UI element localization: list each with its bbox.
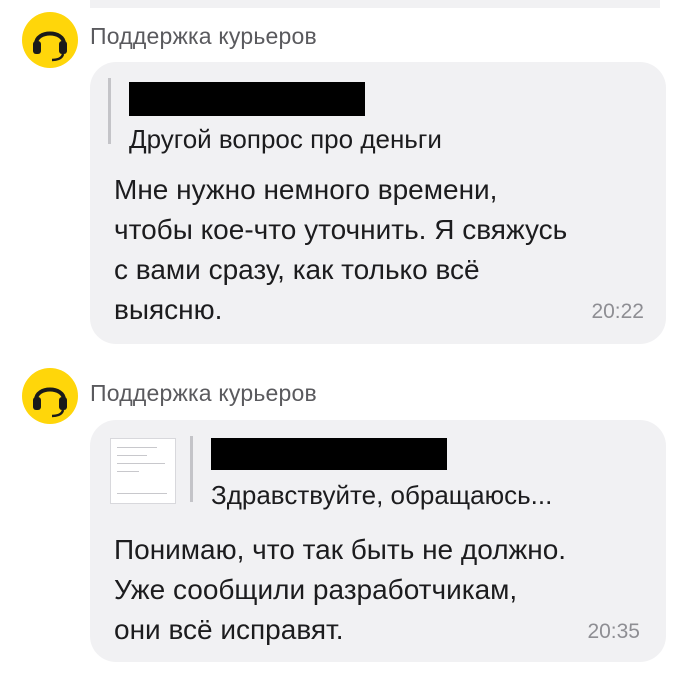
- headset-icon: [33, 31, 67, 62]
- quote-text: Другой вопрос про деньги: [129, 124, 442, 154]
- thumbnail-line: [117, 493, 167, 494]
- support-avatar[interactable]: [22, 12, 78, 68]
- quote-text: Здравствуйте, обращаюсь...: [211, 480, 553, 510]
- headset-icon: [33, 387, 67, 418]
- thumbnail-line: [117, 455, 147, 456]
- sender-name: Поддержка курьеров: [90, 380, 317, 406]
- thumbnail-line: [117, 463, 165, 464]
- redacted-name: [211, 438, 447, 470]
- text-line: с вами сразу, как только всё: [114, 254, 480, 285]
- text-line: Уже сообщили разработчикам,: [114, 574, 518, 605]
- thumbnail-line: [117, 447, 157, 448]
- redacted-name: [129, 82, 365, 116]
- message-text: Мне нужно немного времени, чтобы кое-что…: [114, 170, 567, 330]
- text-line: Мне нужно немного времени,: [114, 174, 498, 205]
- screenshot-thumbnail[interactable]: [110, 438, 176, 504]
- text-line: выясню.: [114, 294, 223, 325]
- reply-quote[interactable]: Здравствуйте, обращаюсь...: [190, 436, 552, 510]
- support-avatar[interactable]: [22, 368, 78, 424]
- sender-name: Поддержка курьеров: [90, 23, 317, 49]
- reply-quote[interactable]: Другой вопрос про деньги: [108, 78, 442, 154]
- previous-bubble-edge: [90, 0, 660, 8]
- message-text: Понимаю, что так быть не должно. Уже соо…: [114, 530, 566, 650]
- text-line: чтобы кое-что уточнить. Я свяжусь: [114, 214, 568, 245]
- text-line: Понимаю, что так быть не должно.: [114, 534, 567, 565]
- message-time: 20:22: [591, 300, 644, 323]
- message-time: 20:35: [587, 620, 640, 643]
- thumbnail-line: [117, 471, 139, 472]
- text-line: они всё исправят.: [114, 614, 344, 645]
- message-bubble[interactable]: Здравствуйте, обращаюсь... Понимаю, что …: [90, 420, 666, 662]
- message-bubble[interactable]: Другой вопрос про деньги Мне нужно немно…: [90, 62, 666, 344]
